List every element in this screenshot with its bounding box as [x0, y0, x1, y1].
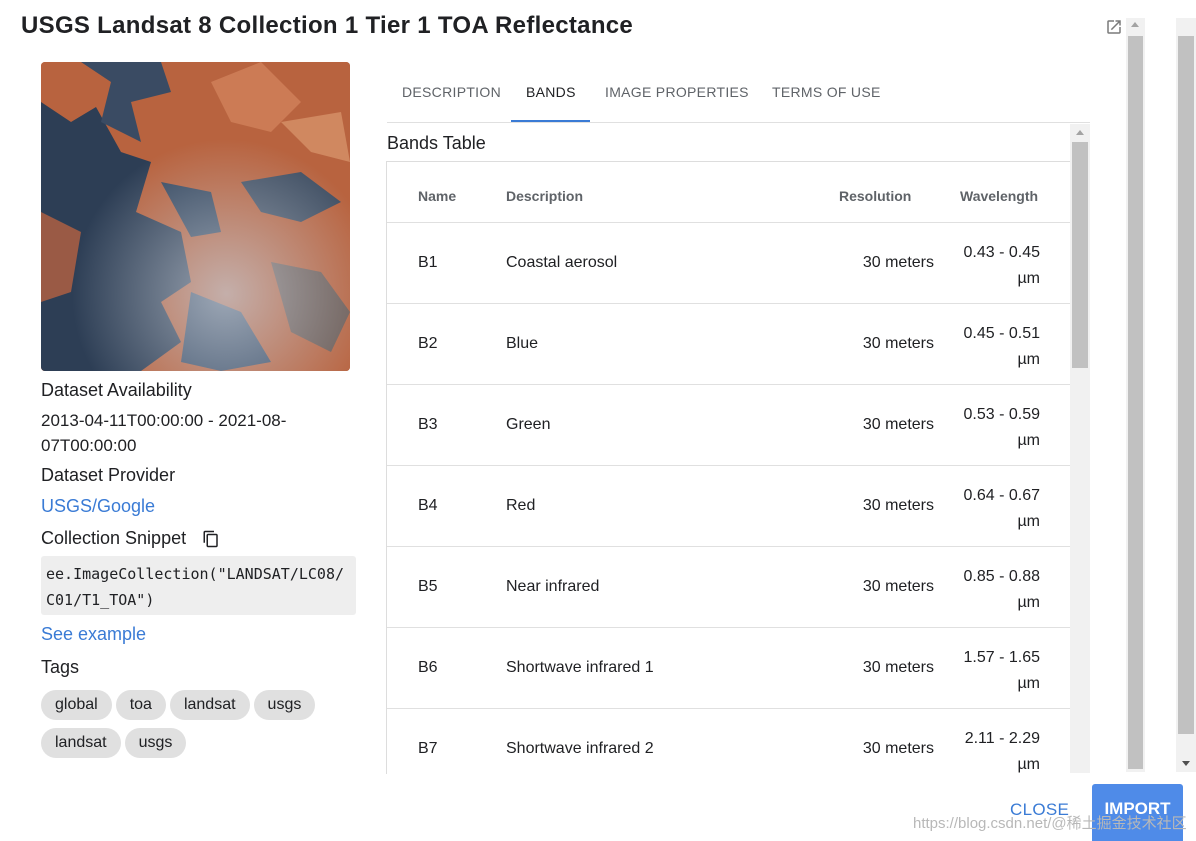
band-name: B2 [418, 335, 438, 352]
wavelength-unit: µm [1017, 270, 1040, 287]
copy-icon[interactable] [202, 530, 220, 548]
band-wavelength: 2.11 - 2.29 µm [930, 726, 1040, 774]
tag-list: global toa landsat usgs landsat usgs [41, 690, 361, 766]
wavelength-range: 0.53 - 0.59 [963, 406, 1041, 423]
band-name: B5 [418, 578, 438, 595]
wavelength-range: 0.64 - 0.67 [963, 487, 1041, 504]
wavelength-unit: µm [1017, 675, 1040, 692]
table-row: B4 Red 30 meters 0.64 - 0.67 µm [387, 465, 1071, 547]
band-description: Blue [506, 335, 539, 352]
band-name: B3 [418, 416, 438, 433]
code-snippet: ee.ImageCollection("LANDSAT/LC08/ C01/T1… [41, 556, 356, 615]
tab-bar: DESCRIPTION BANDS IMAGE PROPERTIES TERMS… [387, 72, 1090, 123]
tag-chip[interactable]: global [41, 690, 112, 720]
band-description: Shortwave infrared 2 [506, 740, 654, 757]
band-wavelength: 0.64 - 0.67 µm [930, 483, 1041, 535]
band-description: Red [506, 497, 536, 514]
scroll-down-icon[interactable] [1182, 761, 1190, 766]
table-row: B7 Shortwave infrared 2 30 meters 2.11 -… [387, 708, 1071, 774]
wavelength-unit: µm [1017, 756, 1040, 773]
column-header-wavelength: Wavelength [960, 188, 1039, 204]
tag-chip[interactable]: landsat [169, 690, 250, 720]
dataset-thumbnail [41, 62, 350, 371]
open-in-new-icon[interactable] [1105, 18, 1123, 36]
wavelength-range: 2.11 - 2.29 [964, 730, 1040, 747]
tab-bands[interactable]: BANDS [526, 84, 576, 100]
provider-link[interactable]: USGS/Google [41, 494, 155, 519]
band-resolution: 30 meters [862, 578, 934, 595]
column-header-resolution: Resolution [839, 188, 912, 204]
watermark: https://blog.csdn.net/@稀土掘金技术社区 [913, 815, 1187, 832]
band-wavelength: 0.45 - 0.51 µm [930, 321, 1041, 373]
table-row: B1 Coastal aerosol 30 meters 0.43 - 0.45… [387, 222, 1071, 304]
tag-chip[interactable]: landsat [41, 728, 121, 758]
tab-description[interactable]: DESCRIPTION [402, 84, 501, 100]
tag-chip[interactable]: usgs [253, 690, 316, 720]
band-name: B6 [418, 659, 438, 676]
tab-terms-of-use[interactable]: TERMS OF USE [772, 84, 881, 100]
band-wavelength: 0.53 - 0.59 µm [930, 402, 1041, 454]
table-scrollbar[interactable] [1070, 124, 1090, 773]
table-header: Name Description Resolution Wavelength [387, 162, 1071, 223]
scrollbar-thumb[interactable] [1128, 36, 1143, 769]
scroll-up-icon[interactable] [1076, 130, 1084, 135]
snippet-label: Collection Snippet [41, 528, 187, 548]
table-row: B2 Blue 30 meters 0.45 - 0.51 µm [387, 303, 1071, 385]
scroll-up-icon[interactable] [1131, 22, 1139, 27]
band-resolution: 30 meters [862, 416, 934, 433]
band-name: B7 [418, 740, 438, 757]
wavelength-range: 0.43 - 0.45 [963, 244, 1041, 261]
tag-chip[interactable]: toa [115, 690, 166, 720]
table-row: B6 Shortwave infrared 1 30 meters 1.57 -… [387, 627, 1071, 709]
bands-table: Name Description Resolution Wavelength B… [386, 161, 1071, 774]
band-description: Green [506, 416, 551, 433]
column-header-description: Description [506, 188, 584, 204]
dialog-title: USGS Landsat 8 Collection 1 Tier 1 TOA R… [21, 12, 634, 39]
dialog-scrollbar[interactable] [1126, 18, 1145, 772]
band-name: B1 [418, 254, 438, 271]
band-name: B4 [418, 497, 438, 514]
scrollbar-thumb[interactable] [1072, 142, 1088, 368]
active-tab-indicator [511, 120, 590, 122]
tab-image-properties[interactable]: IMAGE PROPERTIES [605, 84, 749, 100]
provider-label: Dataset Provider [41, 465, 176, 485]
wavelength-range: 0.45 - 0.51 [963, 325, 1041, 342]
table-row: B3 Green 30 meters 0.53 - 0.59 µm [387, 384, 1071, 466]
column-header-name: Name [418, 188, 457, 204]
availability-line: 2013-04-11T00:00:00 - 2021-08- [41, 411, 287, 430]
availability-label: Dataset Availability [41, 380, 192, 400]
band-resolution: 30 meters [862, 659, 934, 676]
wavelength-unit: µm [1017, 513, 1040, 530]
scrollbar-thumb[interactable] [1178, 36, 1194, 734]
band-description: Near infrared [506, 578, 600, 595]
band-resolution: 30 meters [862, 740, 934, 757]
see-example-link[interactable]: See example [41, 622, 146, 647]
band-resolution: 30 meters [862, 254, 934, 271]
availability-value: 2013-04-11T00:00:00 - 2021-08- 07T00:00:… [41, 408, 286, 458]
tags-label: Tags [41, 657, 80, 677]
band-resolution: 30 meters [862, 497, 934, 514]
band-wavelength: 0.43 - 0.45 µm [930, 240, 1041, 292]
wavelength-unit: µm [1017, 351, 1040, 368]
wavelength-unit: µm [1017, 432, 1040, 449]
band-resolution: 30 meters [862, 335, 934, 352]
page-scrollbar[interactable] [1176, 18, 1196, 772]
wavelength-range: 0.85 - 0.88 [963, 568, 1041, 585]
wavelength-range: 1.57 - 1.65 [963, 649, 1041, 666]
availability-line: 07T00:00:00 [41, 436, 137, 455]
band-description: Shortwave infrared 1 [506, 659, 654, 676]
band-wavelength: 0.85 - 0.88 µm [930, 564, 1041, 616]
tag-chip[interactable]: usgs [124, 728, 187, 758]
wavelength-unit: µm [1017, 594, 1040, 611]
bands-table-title: Bands Table [387, 133, 486, 153]
band-description: Coastal aerosol [506, 254, 618, 271]
band-wavelength: 1.57 - 1.65 µm [930, 645, 1041, 697]
table-row: B5 Near infrared 30 meters 0.85 - 0.88 µm [387, 546, 1071, 628]
